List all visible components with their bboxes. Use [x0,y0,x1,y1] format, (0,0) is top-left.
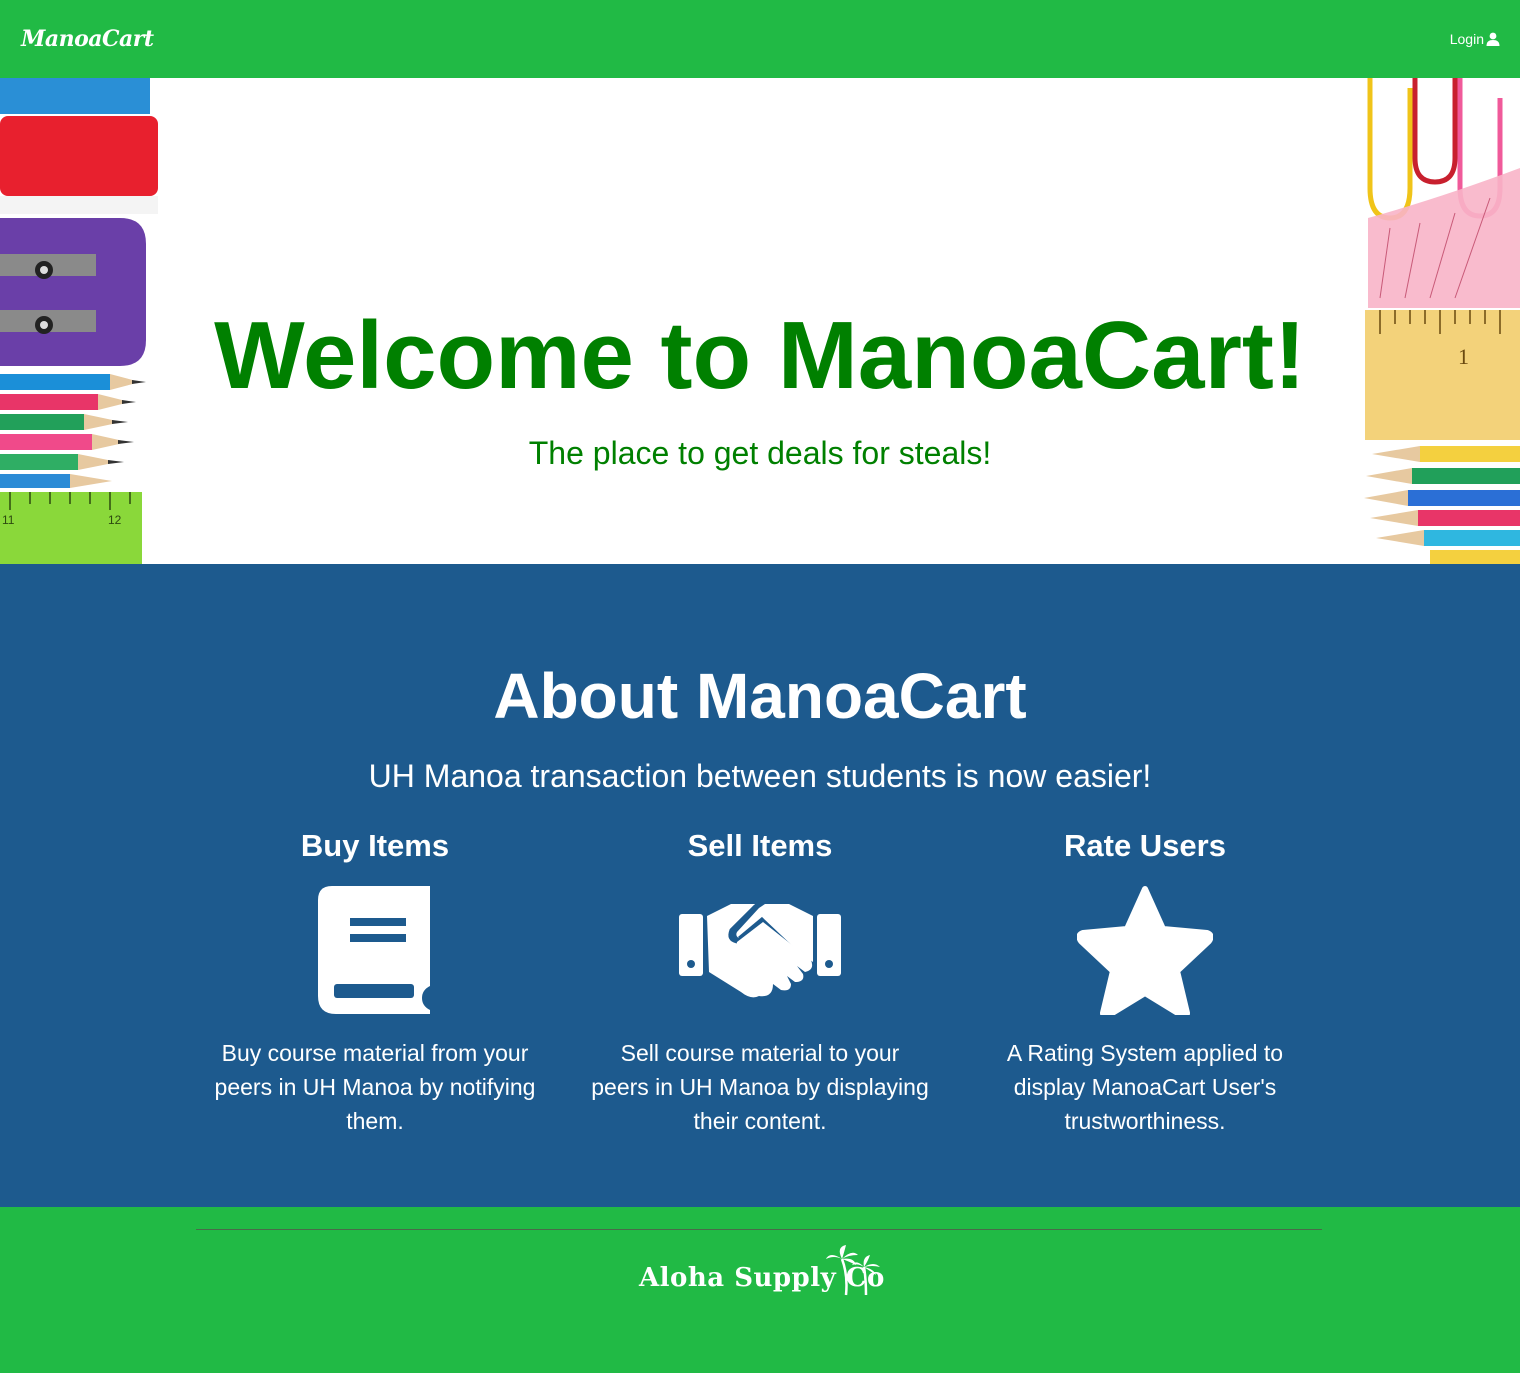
feature-description: Buy course material from your peers in U… [214,1040,536,1134]
about-title: About ManoaCart [493,660,1027,732]
palm-tree-icon [826,1245,880,1296]
login-label: Login [1449,31,1484,47]
svg-text:11: 11 [2,513,15,527]
feature-description: Sell course material to your peers in UH… [591,1040,929,1134]
svg-text:12: 12 [108,513,122,527]
top-navbar: ManoaCart Login [0,0,1520,78]
feature-title: Sell Items [687,828,833,863]
feature-title: Rate Users [1064,828,1226,863]
footer-divider [196,1229,1322,1230]
feature-description: A Rating System applied to display Manoa… [1006,1040,1284,1134]
user-icon [1486,32,1500,46]
star-icon [1077,886,1213,1015]
feature-buy-items: Buy Items Buy course material from your … [205,826,545,1138]
footer: Aloha Supply Co [0,1207,1520,1373]
feature-rate-users: Rate Users A Rating System applied to di… [975,826,1315,1138]
brand-logo[interactable]: ManoaCart [21,26,154,52]
feature-sell-items: Sell Items Sell course material to your … [590,826,930,1138]
hero-banner: 11 12 1 Welcome to ManoaCart! The place … [0,78,1520,564]
hero-subtitle: The place to get deals for steals! [528,435,992,471]
feature-title: Buy Items [300,828,450,863]
login-button[interactable]: Login [1450,31,1500,47]
book-icon [318,886,430,1014]
handshake-icon [679,904,841,998]
about-subtitle: UH Manoa transaction between students is… [368,758,1152,794]
about-section: About ManoaCart UH Manoa transaction bet… [0,564,1520,1207]
hero-title: Welcome to ManoaCart! [214,302,1306,409]
